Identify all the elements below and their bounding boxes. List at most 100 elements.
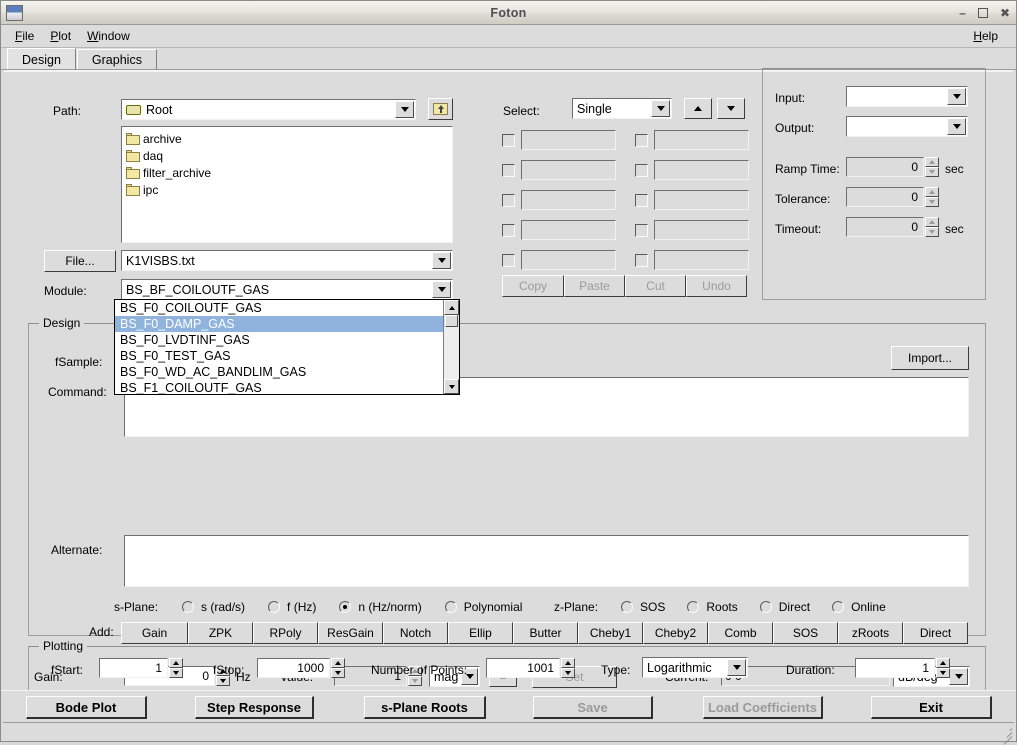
dropdown-item[interactable]: BS_F0_COILOUTF_GAS <box>115 300 444 316</box>
radio-n-hznorm[interactable] <box>339 601 351 613</box>
module-dropdown-popup[interactable]: BS_F0_COILOUTF_GAS BS_F0_DAMP_GAS BS_F0_… <box>114 299 460 395</box>
module-combo[interactable]: BS_BF_COILOUTF_GAS <box>121 279 453 300</box>
timeout-stepper[interactable] <box>925 217 939 237</box>
fstop-field[interactable]: 1000 <box>257 658 330 678</box>
section-field-3r[interactable] <box>654 190 749 210</box>
add-ellip-button[interactable]: Ellip <box>448 622 513 644</box>
dropdown-item[interactable]: BS_F0_TEST_GAS <box>115 348 444 364</box>
alternate-field[interactable] <box>124 535 969 587</box>
duration-field[interactable]: 1 <box>855 658 935 678</box>
menu-plot[interactable]: Plot <box>42 27 79 45</box>
radio-z-direct[interactable] <box>760 601 772 613</box>
section-checkbox-2r[interactable] <box>635 164 648 177</box>
section-checkbox-4r[interactable] <box>635 224 648 237</box>
s-plane-roots-button[interactable]: s-Plane Roots <box>364 696 486 719</box>
points-field[interactable]: 1001 <box>486 658 560 678</box>
fstart-field[interactable]: 1 <box>99 658 168 678</box>
tolerance-field[interactable]: 0 <box>846 187 924 207</box>
section-field-1r[interactable] <box>654 130 749 150</box>
resize-grip[interactable] <box>999 725 1012 738</box>
section-checkbox-3l[interactable] <box>502 194 515 207</box>
tab-design[interactable]: Design <box>7 48 76 70</box>
output-combo-arrow[interactable] <box>947 118 966 135</box>
path-combo-arrow[interactable] <box>395 101 414 118</box>
points-stepper[interactable] <box>561 658 575 678</box>
ramp-time-stepper[interactable] <box>925 157 939 177</box>
input-combo-arrow[interactable] <box>947 88 966 105</box>
scroll-up-button[interactable] <box>444 300 459 315</box>
section-up-button[interactable] <box>684 98 712 119</box>
menu-help[interactable]: Help <box>965 27 1006 45</box>
dropdown-scrollbar[interactable] <box>443 300 459 394</box>
exit-button[interactable]: Exit <box>871 696 992 719</box>
import-button[interactable]: Import... <box>891 346 969 370</box>
menu-window[interactable]: Window <box>79 27 138 45</box>
radio-f-hz[interactable] <box>268 601 280 613</box>
section-checkbox-5r[interactable] <box>635 254 648 267</box>
add-direct-button[interactable]: Direct <box>903 622 968 644</box>
undo-button[interactable]: Undo <box>686 275 747 297</box>
folder-listbox[interactable]: archive daq filter_archive ipc <box>121 126 453 243</box>
add-cheby1-button[interactable]: Cheby1 <box>578 622 643 644</box>
up-folder-button[interactable] <box>428 98 453 120</box>
dropdown-item-selected[interactable]: BS_F0_DAMP_GAS <box>115 316 444 332</box>
minimize-button[interactable]: – <box>959 8 966 18</box>
section-field-4l[interactable] <box>521 220 616 240</box>
section-field-4r[interactable] <box>654 220 749 240</box>
section-field-2l[interactable] <box>521 160 616 180</box>
section-checkbox-2l[interactable] <box>502 164 515 177</box>
radio-z-roots[interactable] <box>687 601 699 613</box>
section-checkbox-1l[interactable] <box>502 134 515 147</box>
menu-file[interactable]: File <box>7 27 42 45</box>
radio-z-online[interactable] <box>832 601 844 613</box>
scrollbar-thumb[interactable] <box>445 315 458 327</box>
bode-plot-button[interactable]: Bode Plot <box>26 696 147 719</box>
radio-s-rad[interactable] <box>182 601 194 613</box>
copy-button[interactable]: Copy <box>502 275 564 297</box>
section-down-button[interactable] <box>717 98 745 119</box>
paste-button[interactable]: Paste <box>564 275 625 297</box>
close-button[interactable]: ✖ <box>1000 8 1010 18</box>
tolerance-stepper[interactable] <box>925 187 939 207</box>
add-gain-button[interactable]: Gain <box>121 622 188 644</box>
add-comb-button[interactable]: Comb <box>708 622 773 644</box>
section-field-2r[interactable] <box>654 160 749 180</box>
step-response-button[interactable]: Step Response <box>195 696 314 719</box>
list-item[interactable]: ipc <box>122 181 452 198</box>
scrollbar-track[interactable] <box>444 327 459 379</box>
select-combo[interactable]: Single <box>572 98 672 119</box>
cut-button[interactable]: Cut <box>625 275 686 297</box>
timeout-field[interactable]: 0 <box>846 217 924 237</box>
section-field-5r[interactable] <box>654 250 749 270</box>
ramp-time-field[interactable]: 0 <box>846 157 924 177</box>
add-notch-button[interactable]: Notch <box>383 622 448 644</box>
section-checkbox-4l[interactable] <box>502 224 515 237</box>
radio-z-sos[interactable] <box>621 601 633 613</box>
add-cheby2-button[interactable]: Cheby2 <box>643 622 708 644</box>
list-item[interactable]: filter_archive <box>122 164 452 181</box>
dropdown-item[interactable]: BS_F0_WD_AC_BANDLIM_GAS <box>115 364 444 380</box>
section-checkbox-5l[interactable] <box>502 254 515 267</box>
tab-graphics[interactable]: Graphics <box>77 49 157 70</box>
dropdown-item[interactable]: BS_F1_COILOUTF_GAS <box>115 380 444 396</box>
add-resgain-button[interactable]: ResGain <box>318 622 383 644</box>
maximize-button[interactable] <box>978 8 988 18</box>
add-zpk-button[interactable]: ZPK <box>188 622 253 644</box>
dropdown-item[interactable]: BS_F0_LVDTINF_GAS <box>115 332 444 348</box>
type-combo[interactable]: Logarithmic <box>642 657 748 678</box>
fstop-stepper[interactable] <box>331 658 345 678</box>
load-coefficients-button[interactable]: Load Coefficients <box>703 696 823 719</box>
section-field-5l[interactable] <box>521 250 616 270</box>
duration-stepper[interactable] <box>936 658 950 678</box>
input-combo[interactable] <box>846 86 968 107</box>
save-button[interactable]: Save <box>533 696 653 719</box>
file-combo-arrow[interactable] <box>432 252 451 269</box>
add-zroots-button[interactable]: zRoots <box>838 622 903 644</box>
list-item[interactable]: daq <box>122 147 452 164</box>
fstart-stepper[interactable] <box>169 658 183 678</box>
section-checkbox-3r[interactable] <box>635 194 648 207</box>
add-rpoly-button[interactable]: RPoly <box>253 622 318 644</box>
path-combo[interactable]: Root <box>121 99 416 120</box>
section-field-3l[interactable] <box>521 190 616 210</box>
list-item[interactable]: archive <box>122 130 452 147</box>
